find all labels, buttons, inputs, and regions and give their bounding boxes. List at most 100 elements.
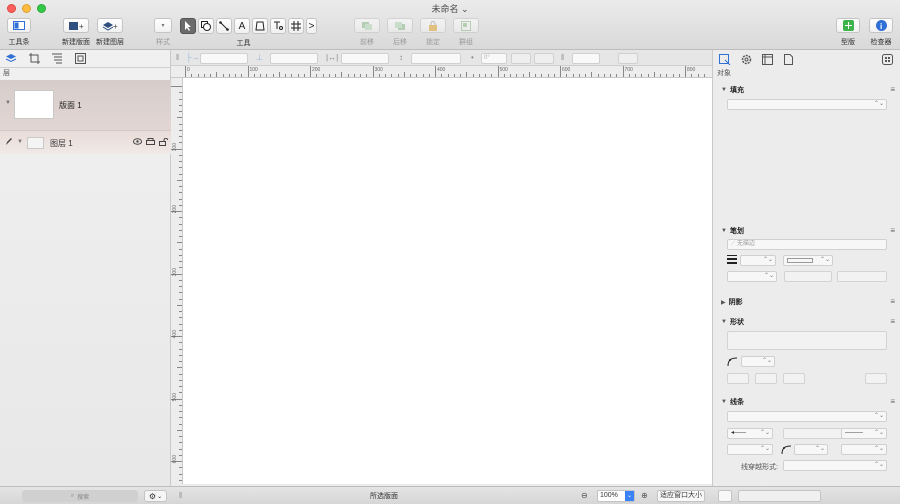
stencil-grid-button[interactable] (880, 52, 894, 66)
canvas-tab[interactable] (760, 52, 774, 66)
shape-menu-icon[interactable]: ≡ (890, 317, 895, 326)
inspector-button[interactable]: i 检查器 (869, 18, 893, 47)
new-canvas-button[interactable]: + 新建版面 (62, 18, 90, 47)
stroke-width-field[interactable]: ⌃⌄ (740, 255, 776, 266)
magnet-dropdown[interactable] (572, 53, 600, 64)
layer-row[interactable]: ▼ 图层 1 (0, 130, 171, 154)
width-field[interactable] (341, 53, 389, 64)
lines-disclosure-icon[interactable]: ▼ (721, 399, 727, 405)
stroke-color-dropdown[interactable]: ⌃⌄ (727, 271, 777, 282)
shape-op-subtract-button[interactable] (783, 373, 805, 384)
print-icon[interactable] (146, 138, 155, 148)
y-position-field[interactable] (270, 53, 318, 64)
pencil-icon[interactable] (5, 137, 13, 148)
fill-disclosure-icon[interactable]: ▼ (721, 87, 727, 93)
x-position-field[interactable] (200, 53, 248, 64)
vertical-ruler[interactable]: 100 200 300 400 500 600 (171, 78, 183, 484)
lines-menu-icon[interactable]: ≡ (890, 397, 895, 406)
line-tool[interactable] (216, 18, 232, 34)
horizontal-ruler[interactable]: 0 100 200 300 400 500 600 700 800 (171, 66, 712, 78)
line-start-size-field[interactable]: ⌃⌄ (727, 444, 773, 455)
diagram-text-tool[interactable] (270, 18, 286, 34)
line-corner-radius-field[interactable]: ⌃⌄ (794, 444, 828, 455)
line-end-dropdown[interactable]: ——— ⌃⌄ (841, 428, 887, 439)
stroke-section: ▼ 笔划 ≡ ⟋ 无描边 ⌃⌄ ⌃⌄ ⌃⌄ (721, 226, 899, 282)
canvas-name[interactable]: 版面 1 (59, 100, 82, 111)
canvas-size-tab[interactable] (26, 52, 42, 66)
sidebar-action-menu[interactable]: ⚙ ⌄ (144, 490, 167, 502)
shadow-menu-icon[interactable]: ≡ (890, 297, 895, 306)
text-tool[interactable]: A (234, 18, 250, 34)
layer-disclosure-icon[interactable]: ▼ (17, 139, 23, 145)
lock-button[interactable]: 锁定 (420, 18, 446, 47)
shape-picker[interactable] (727, 331, 887, 350)
corner-style-buttons[interactable] (784, 271, 832, 282)
ruler-tick (179, 204, 182, 206)
properties-tab[interactable] (739, 52, 753, 66)
toolbar-toggle-button[interactable]: 工具条 (7, 18, 31, 47)
layers-tab[interactable] (3, 52, 19, 66)
layer-name[interactable]: 图层 1 (50, 138, 73, 149)
flip-horizontal-button[interactable] (511, 53, 531, 64)
grid-tool[interactable] (288, 18, 304, 34)
eye-icon[interactable] (133, 138, 142, 148)
width-icon: |↔| (326, 53, 339, 62)
style-button[interactable]: ▾ 样式 (154, 18, 172, 47)
flip-vertical-button[interactable] (534, 53, 554, 64)
unlock-icon[interactable] (159, 137, 169, 148)
inspector-toggle-button[interactable] (718, 490, 732, 502)
line-type-dropdown[interactable]: ⌃⌄ (727, 411, 887, 422)
line-start-dropdown[interactable]: ◂—— ⌃⌄ (727, 428, 773, 439)
shape-op-union-button[interactable] (727, 373, 749, 384)
shape-op-intersect-button[interactable] (755, 373, 777, 384)
shape-tool[interactable] (198, 18, 214, 34)
group-label: 群组 (459, 39, 473, 46)
line-end-size-field[interactable]: ⌃⌄ (841, 444, 887, 455)
drawing-canvas[interactable] (183, 78, 712, 484)
send-backward-button[interactable]: 后移 (387, 18, 413, 47)
zoom-dropdown-icon[interactable]: ⌄ (625, 491, 634, 501)
ruler-tick (228, 74, 230, 77)
cap-style-buttons[interactable] (837, 271, 887, 282)
line-hop-dropdown[interactable]: ⌃⌄ (783, 460, 887, 471)
object-tab[interactable] (718, 52, 732, 66)
canvas-row[interactable]: ▼ 版面 1 (0, 80, 171, 130)
canvases-tab[interactable] (72, 52, 88, 66)
outline-tab[interactable] (49, 52, 65, 66)
fill-title[interactable]: 填充 (730, 85, 744, 95)
zoom-in-icon[interactable]: ⊕ (641, 491, 648, 500)
corner-radius-field[interactable]: ⌃⌄ (741, 356, 775, 367)
ruler-tick (266, 74, 268, 77)
lines-title[interactable]: 线条 (730, 397, 744, 407)
shadow-disclosure-icon[interactable]: ▶ (721, 299, 726, 306)
pen-tool[interactable] (252, 18, 268, 34)
shadow-title[interactable]: 阴影 (729, 297, 743, 307)
disclosure-triangle-icon[interactable]: ▼ (5, 100, 11, 106)
stroke-type-dropdown[interactable]: ⟋ 无描边 (727, 239, 887, 250)
group-button[interactable]: 群组 (453, 18, 479, 47)
stroke-title[interactable]: 笔划 (730, 226, 744, 236)
rotation-field[interactable]: 0° (481, 53, 507, 64)
zoom-level-field[interactable]: 100% ⌄ (597, 490, 635, 502)
shape-title[interactable]: 形状 (730, 317, 744, 327)
zoom-out-icon[interactable]: ⊖ (581, 491, 588, 500)
stroke-menu-icon[interactable]: ≡ (890, 226, 895, 235)
stroke-disclosure-icon[interactable]: ▼ (721, 228, 727, 234)
stencils-button[interactable]: 型版 (836, 18, 860, 47)
snap-button[interactable] (618, 53, 638, 64)
bring-forward-button[interactable]: 前移 (354, 18, 380, 47)
document-tab[interactable] (781, 52, 795, 66)
more-tools-button[interactable]: > (306, 18, 317, 34)
convert-to-shape-button[interactable] (865, 373, 887, 384)
selection-tool[interactable] (180, 18, 196, 34)
fill-menu-icon[interactable]: ≡ (890, 85, 895, 94)
stroke-pattern-dropdown[interactable]: ⌃⌄ (783, 255, 833, 266)
shape-disclosure-icon[interactable]: ▼ (721, 319, 727, 325)
divider-handle-icon[interactable]: ⦀ (179, 491, 183, 501)
new-layer-button[interactable]: + 新建图层 (96, 18, 124, 47)
window-title[interactable]: 未命名 ⌄ (0, 2, 900, 15)
height-field[interactable] (411, 53, 461, 64)
sidebar-search-field[interactable]: ⌕ 搜索 (22, 490, 138, 502)
fill-type-dropdown[interactable]: ⌃⌄ (727, 99, 887, 110)
fit-to-window-button[interactable]: 适应窗口大小 (657, 490, 705, 502)
